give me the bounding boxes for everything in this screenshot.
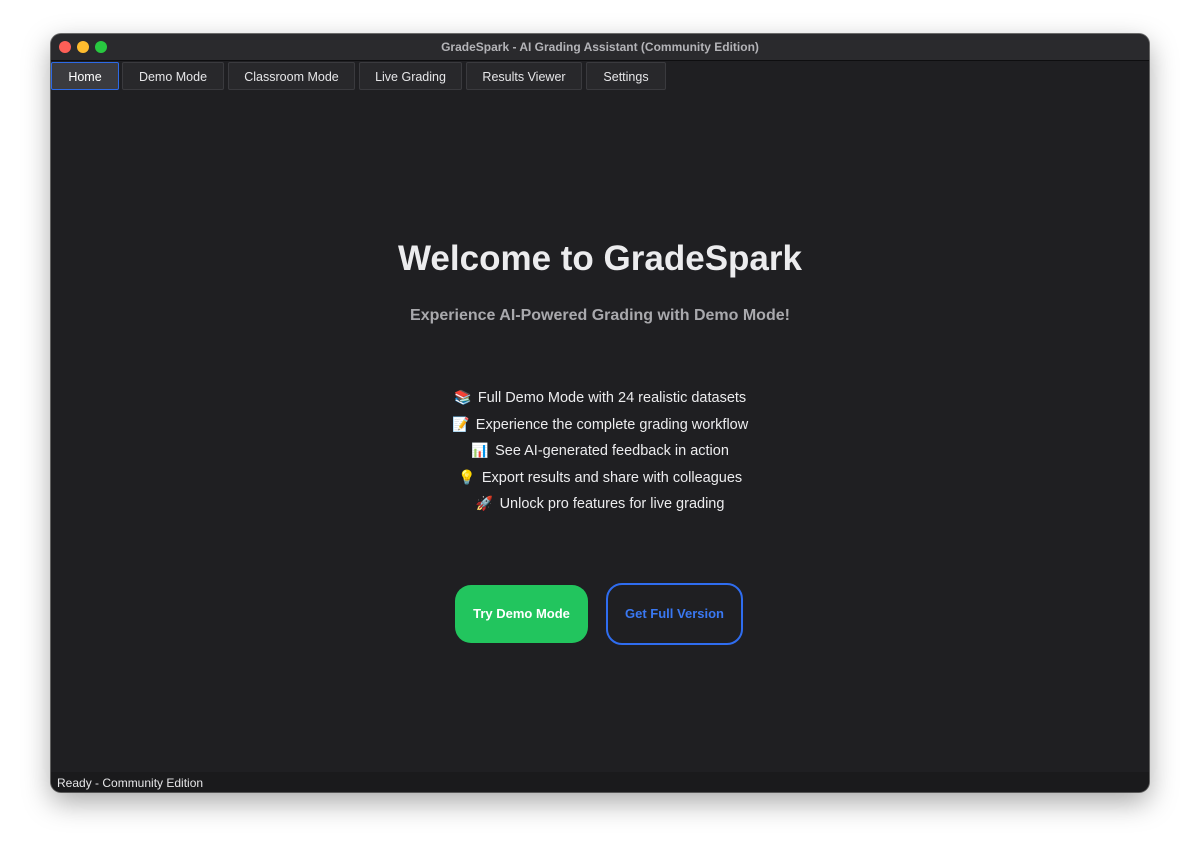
tab-home[interactable]: Home — [51, 62, 119, 90]
feature-item: 📚 Full Demo Mode with 24 realistic datase… — [51, 384, 1149, 411]
tab-bar: Home Demo Mode Classroom Mode Live Gradi… — [51, 61, 1149, 91]
status-text: Ready - Community Edition — [57, 776, 204, 790]
feature-item: 💡 Export results and share with colleague… — [51, 464, 1149, 491]
get-full-version-button[interactable]: Get Full Version — [606, 583, 743, 645]
page-title: Welcome to GradeSpark — [398, 239, 802, 278]
tab-demo-mode[interactable]: Demo Mode — [122, 62, 224, 90]
tab-live-grading[interactable]: Live Grading — [359, 62, 462, 90]
feature-item: 🚀 Unlock pro features for live grading — [51, 490, 1149, 517]
status-bar: Ready - Community Edition — [51, 772, 1149, 792]
app-window: GradeSpark - AI Grading Assistant (Commu… — [51, 34, 1149, 792]
feature-list: 📚 Full Demo Mode with 24 realistic datase… — [51, 384, 1149, 517]
page-subtitle: Experience AI-Powered Grading with Demo … — [410, 307, 790, 324]
feature-item: 📝 Experience the complete grading workflo… — [51, 411, 1149, 438]
home-panel: Welcome to GradeSpark Experience AI-Powe… — [51, 92, 1149, 792]
feature-text: Unlock pro features for live grading — [499, 496, 725, 512]
window-title: GradeSpark - AI Grading Assistant (Commu… — [441, 40, 759, 54]
tab-settings[interactable]: Settings — [586, 62, 666, 90]
title-bar: GradeSpark - AI Grading Assistant (Commu… — [51, 34, 1149, 61]
memo-icon: 📝 — [452, 415, 470, 432]
feature-item: 📊 See AI-generated feedback in action — [51, 437, 1149, 464]
try-demo-mode-button[interactable]: Try Demo Mode — [455, 585, 588, 643]
feature-text: Full Demo Mode with 24 realistic dataset… — [477, 390, 747, 406]
tab-results-viewer[interactable]: Results Viewer — [466, 62, 582, 90]
bar-chart-icon: 📊 — [471, 442, 489, 458]
feature-text: See AI-generated feedback in action — [495, 443, 729, 459]
feature-text: Export results and share with colleagues — [481, 469, 743, 486]
tab-classroom-mode[interactable]: Classroom Mode — [228, 62, 355, 90]
rocket-icon: 🚀 — [475, 495, 494, 511]
feature-text: Experience the complete grading workflow — [475, 416, 749, 433]
books-icon: 📚 — [454, 389, 472, 405]
lightbulb-icon: 💡 — [458, 468, 476, 485]
